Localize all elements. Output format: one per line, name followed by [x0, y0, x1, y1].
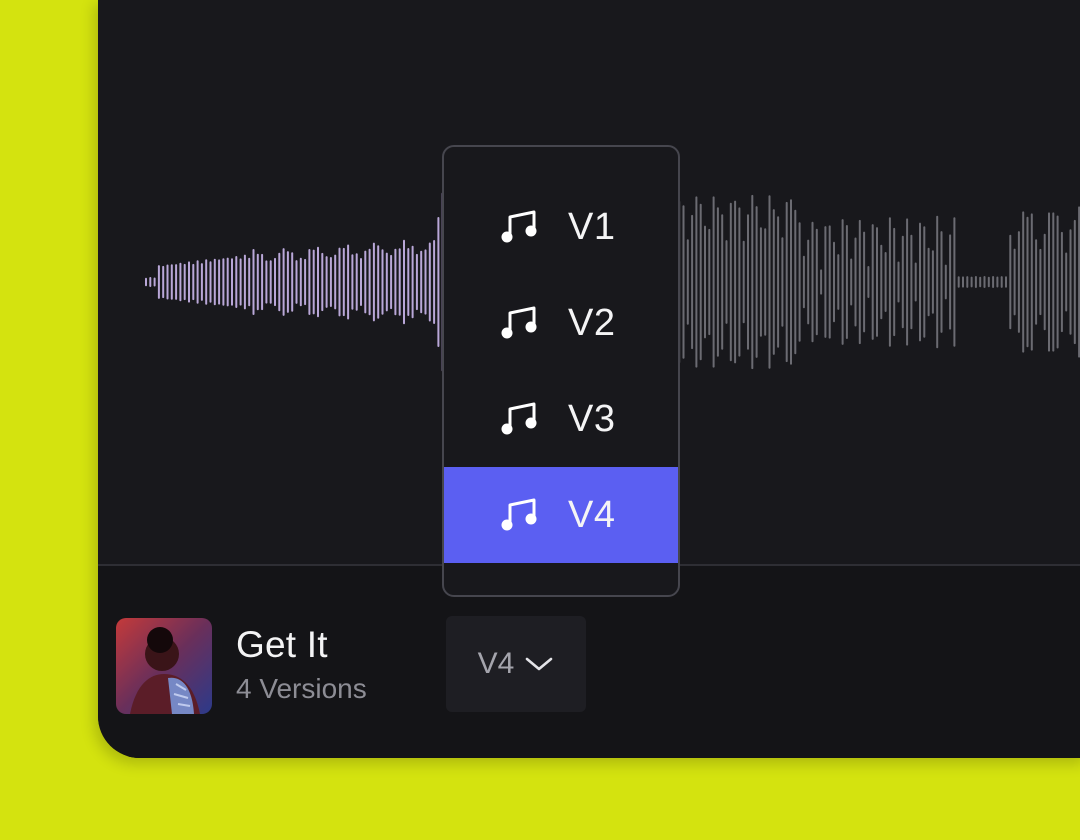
selected-version-label: V4	[477, 647, 515, 680]
track-title: Get It	[236, 624, 328, 665]
album-cover[interactable]	[116, 618, 212, 714]
music-note-icon	[501, 306, 537, 339]
menu-item-label: V2	[568, 302, 616, 344]
version-menu: V1 V2 V3 V4	[442, 145, 680, 597]
menu-item-label: V1	[568, 206, 616, 248]
menu-item-v4[interactable]: V4	[444, 467, 678, 563]
menu-item-label: V3	[568, 398, 616, 440]
menu-item-label: V4	[568, 494, 616, 536]
version-dropdown[interactable]: V4	[446, 616, 586, 712]
music-note-icon	[501, 498, 537, 531]
menu-item-v1[interactable]: V1	[444, 179, 678, 275]
version-count: 4 Versions	[236, 673, 367, 704]
music-note-icon	[501, 210, 537, 243]
menu-item-v3[interactable]: V3	[444, 371, 678, 467]
chevron-down-icon	[526, 657, 553, 671]
music-note-icon	[501, 402, 537, 435]
menu-item-v2[interactable]: V2	[444, 275, 678, 371]
